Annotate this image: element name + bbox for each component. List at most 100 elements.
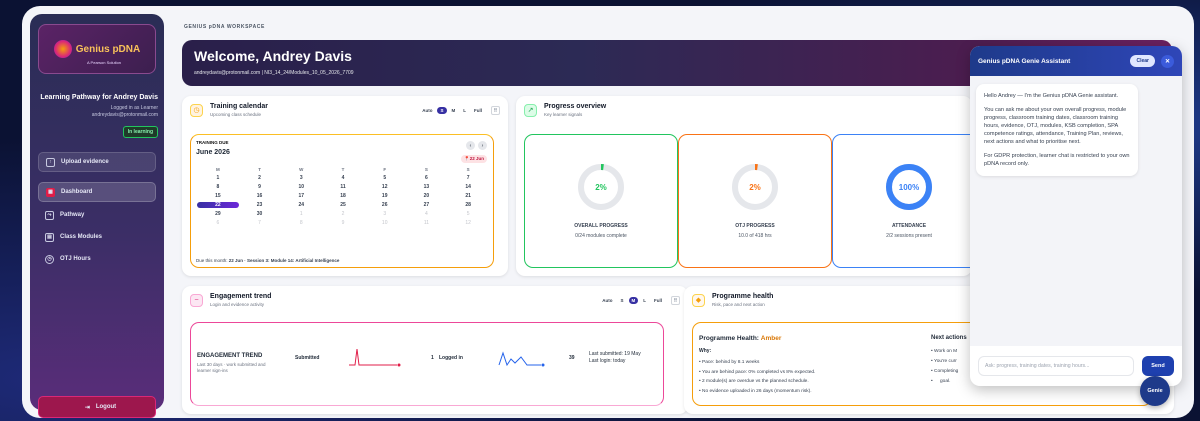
size-l[interactable]: L (640, 297, 649, 304)
calendar-day[interactable]: 6 (406, 175, 448, 181)
calendar-day[interactable]: 17 (280, 193, 322, 199)
calendar-day[interactable]: 7 (239, 220, 281, 226)
size-s[interactable]: S (617, 297, 626, 304)
calendar-day[interactable]: 14 (447, 184, 489, 190)
status-badge: In learning (122, 126, 158, 138)
logout-button[interactable]: ⇥ Logout (38, 396, 156, 418)
drag-handle-icon[interactable]: ⠿ (671, 296, 680, 305)
card-title: Programme health (712, 293, 774, 300)
login-sparkline (498, 351, 545, 367)
size-m[interactable]: M (628, 297, 639, 304)
assistant-message: Hello Andrey — I'm the Genius pDNA Genie… (976, 84, 1138, 176)
workspace-label: GENIUS pDNA WORKSPACE (184, 24, 265, 30)
list-item: 2 module(s) are overdue vs the planned s… (699, 377, 815, 387)
user-email: andreydavis@protonmail.com (91, 112, 158, 118)
calendar-day[interactable]: 2 (322, 211, 364, 217)
progress-sub: 2/2 sessions present (886, 233, 932, 239)
calendar-day[interactable]: 4 (322, 175, 364, 181)
calendar-day[interactable]: 1 (280, 211, 322, 217)
next-month-button[interactable]: › (478, 141, 487, 150)
calendar-day[interactable]: 8 (280, 220, 322, 226)
calendar-day[interactable]: 10 (364, 220, 406, 226)
prev-month-button[interactable]: ‹ (466, 141, 475, 150)
size-selector: Auto S M L Full ⠿ (419, 106, 500, 115)
calendar-day[interactable]: 10 (280, 184, 322, 190)
calendar-day[interactable]: 19 (364, 193, 406, 199)
clear-chat-button[interactable]: Clear (1130, 55, 1155, 67)
logo[interactable]: Genius pDNA A Pearson Solution (38, 24, 156, 74)
upload-evidence-button[interactable]: ↑ Upload evidence (38, 152, 156, 172)
calendar-day[interactable]: 6 (197, 220, 239, 226)
weekday-header: F (383, 167, 387, 172)
weekday-header: S (466, 167, 470, 172)
list-item: goal. (931, 377, 958, 387)
calendar-day[interactable]: 15 (197, 193, 239, 199)
calendar-day[interactable]: 20 (406, 193, 448, 199)
calendar-day[interactable]: 9 (322, 220, 364, 226)
health-status: Programme Health: Amber (699, 335, 781, 342)
calendar-month: June 2026 (196, 149, 230, 156)
calendar-day[interactable]: 18 (322, 193, 364, 199)
footer-prefix: Due this month: (196, 258, 229, 263)
calendar-day[interactable]: 1 (197, 175, 239, 181)
submitted-sparkline (349, 348, 401, 367)
calendar-day[interactable]: 5 (364, 175, 406, 181)
calendar-day[interactable]: 29 (197, 211, 239, 217)
size-full[interactable]: Full (651, 297, 665, 304)
sidebar-item-dashboard[interactable]: ▦ Dashboard (38, 182, 156, 202)
message-para: For GDPR protection, learner chat is res… (984, 153, 1130, 167)
calendar-day[interactable]: 8 (197, 184, 239, 190)
progress-overview-card: ↗ Progress overview Key learner signals … (516, 96, 986, 276)
calendar-day[interactable]: 23 (239, 202, 281, 208)
calendar-day[interactable]: 11 (406, 220, 448, 226)
dashboard-icon: ▦ (46, 187, 55, 197)
sidebar-item-otj-hours[interactable]: ◷ OTJ Hours (38, 249, 156, 269)
genie-title: Genius pDNA Genie Assistant (978, 57, 1071, 65)
card-subtitle: Upcoming class schedule (210, 112, 262, 117)
pulse-icon: ~ (190, 293, 203, 307)
genie-input[interactable]: Ask: progress, training dates, training … (978, 356, 1134, 376)
calendar-day[interactable]: 25 (322, 202, 364, 208)
calendar-day[interactable]: 5 (447, 211, 489, 217)
progress-label: OTJ PROGRESS (735, 223, 775, 229)
calendar-day[interactable]: 13 (406, 184, 448, 190)
drag-handle-icon[interactable]: ⠿ (491, 106, 500, 115)
size-auto[interactable]: Auto (599, 297, 615, 304)
sidebar-item-class-modules[interactable]: ▤ Class Modules (38, 227, 156, 247)
size-m[interactable]: M (449, 107, 459, 114)
calendar-day[interactable]: 7 (447, 175, 489, 181)
pathway-icon: ⤳ (45, 210, 54, 220)
calendar-day[interactable]: 3 (364, 211, 406, 217)
calendar-day[interactable]: 26 (364, 202, 406, 208)
size-full[interactable]: Full (471, 107, 485, 114)
calendar-day[interactable]: 12 (364, 184, 406, 190)
calendar-day[interactable]: 3 (280, 175, 322, 181)
count-39: 39 (569, 355, 575, 361)
calendar-day[interactable]: 22 (197, 202, 239, 208)
calendar-day[interactable]: 30 (239, 211, 281, 217)
calendar-day[interactable]: 2 (239, 175, 281, 181)
card-subtitle: Key learner signals (544, 112, 583, 117)
send-button[interactable]: Send (1142, 356, 1174, 376)
why-label: Why: (699, 348, 712, 354)
calendar-day[interactable]: 28 (447, 202, 489, 208)
upload-label: Upload evidence (61, 159, 109, 165)
calendar-day[interactable]: 4 (406, 211, 448, 217)
calendar-day[interactable]: 12 (447, 220, 489, 226)
close-icon[interactable]: ✕ (1161, 54, 1174, 68)
training-calendar-card: ◷ Training calendar Upcoming class sched… (182, 96, 508, 276)
calendar-day[interactable]: 11 (322, 184, 364, 190)
calendar-day[interactable]: 16 (239, 193, 281, 199)
size-auto[interactable]: Auto (419, 107, 435, 114)
calendar-day[interactable]: 21 (447, 193, 489, 199)
calendar-day[interactable]: 24 (280, 202, 322, 208)
page-title: Welcome, Andrey Davis (194, 48, 352, 64)
weekday-header: M (215, 167, 220, 172)
calendar-day[interactable]: 27 (406, 202, 448, 208)
calendar-day[interactable]: 9 (239, 184, 281, 190)
genie-fab-button[interactable]: Genie (1140, 376, 1170, 406)
progress-ring: 2% (732, 164, 778, 210)
sidebar-item-pathway[interactable]: ⤳ Pathway (38, 205, 156, 225)
size-l[interactable]: L (460, 107, 469, 114)
size-s[interactable]: S (437, 107, 447, 114)
